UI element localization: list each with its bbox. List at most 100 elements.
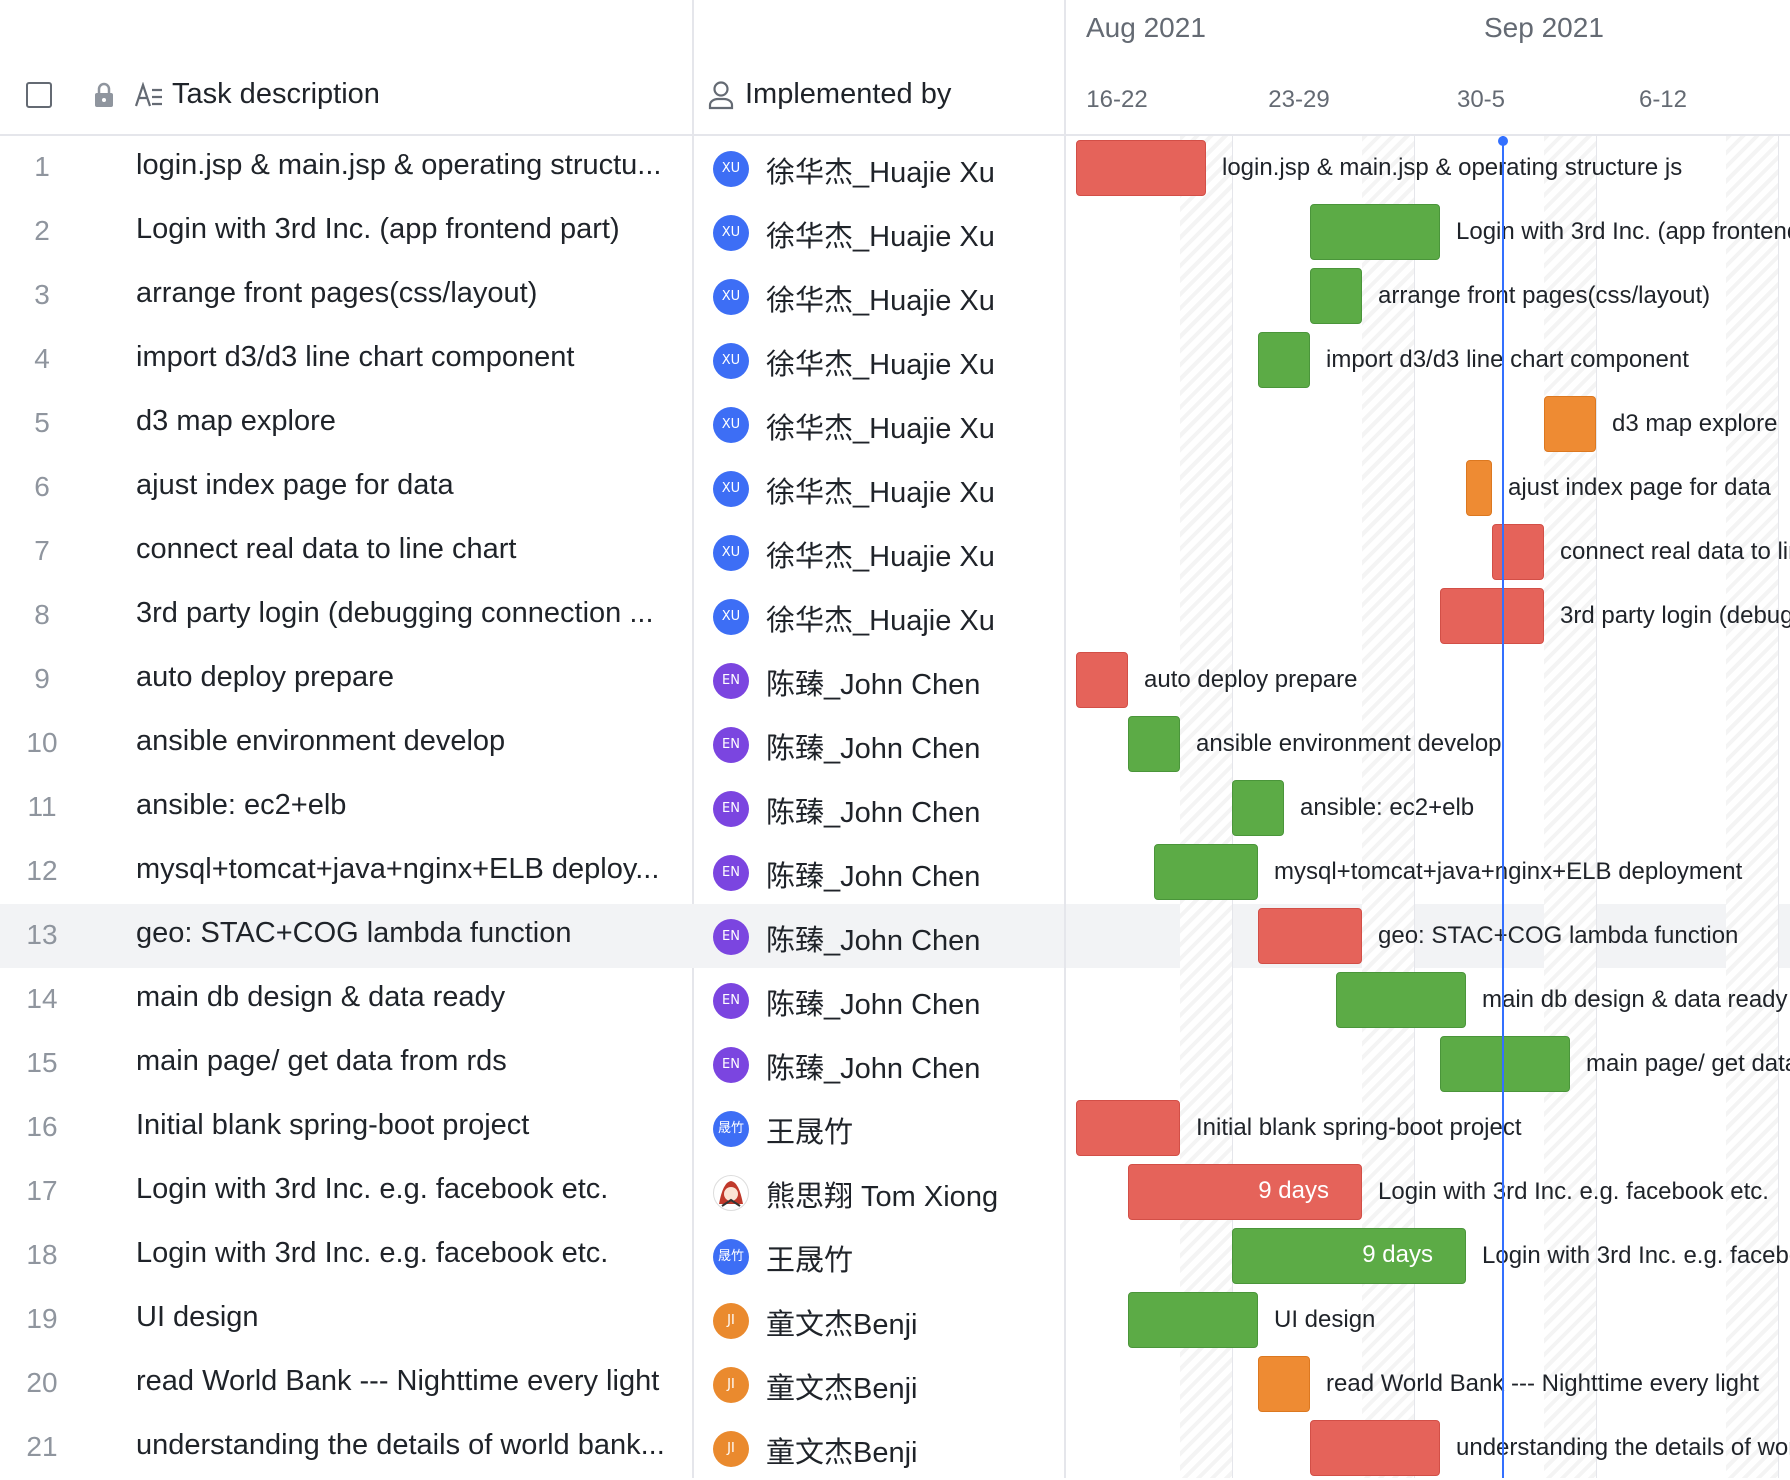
assignee-name[interactable]: 陈臻_John Chen bbox=[766, 917, 980, 959]
task-description[interactable]: read World Bank --- Nighttime every ligh… bbox=[136, 1365, 676, 1398]
person-column-header[interactable]: Implemented by bbox=[745, 78, 951, 111]
assignee-name[interactable]: 王晟竹 bbox=[766, 1109, 853, 1151]
assignee-name[interactable]: 熊思翔 Tom Xiong bbox=[766, 1173, 998, 1215]
assignee-name[interactable]: 陈臻_John Chen bbox=[766, 789, 980, 831]
assignee-name[interactable]: 徐华杰_Huajie Xu bbox=[766, 469, 995, 511]
task-description[interactable]: import d3/d3 line chart component bbox=[136, 341, 676, 374]
table-row[interactable]: 4 import d3/d3 line chart component XU 徐华杰_… bbox=[0, 328, 1064, 392]
table-row[interactable]: 15 main page/ get data from rds EN 陈臻_John … bbox=[0, 1032, 1064, 1096]
avatar: EN bbox=[713, 855, 749, 891]
table-row[interactable]: 20 read World Bank --- Nighttime every li… bbox=[0, 1352, 1064, 1416]
assignee-name[interactable]: 陈臻_John Chen bbox=[766, 1045, 980, 1087]
task-description[interactable]: login.jsp & main.jsp & operating structu… bbox=[136, 149, 676, 182]
table-row[interactable]: 19 UI design JI 童文杰Benji bbox=[0, 1288, 1064, 1352]
gantt-bar[interactable] bbox=[1258, 332, 1310, 388]
task-description[interactable]: ansible: ec2+elb bbox=[136, 789, 676, 822]
task-description[interactable]: main page/ get data from rds bbox=[136, 1045, 676, 1078]
table-row[interactable]: 9 auto deploy prepare EN 陈臻_John Chen bbox=[0, 648, 1064, 712]
task-description[interactable]: geo: STAC+COG lambda function bbox=[136, 917, 676, 950]
table-row[interactable]: 2 Login with 3rd Inc. (app frontend part)… bbox=[0, 200, 1064, 264]
assignee-name[interactable]: 徐华杰_Huajie Xu bbox=[766, 405, 995, 447]
table-row[interactable]: 6 ajust index page for data XU 徐华杰_Huajie X… bbox=[0, 456, 1064, 520]
assignee-name[interactable]: 徐华杰_Huajie Xu bbox=[766, 277, 995, 319]
task-description[interactable]: Login with 3rd Inc. e.g. facebook etc. bbox=[136, 1173, 676, 1206]
assignee-name[interactable]: 徐华杰_Huajie Xu bbox=[766, 341, 995, 383]
avatar: EN bbox=[713, 663, 749, 699]
table-row[interactable]: 13 geo: STAC+COG lambda function EN 陈臻_John… bbox=[0, 904, 1064, 968]
assignee-name[interactable]: 徐华杰_Huajie Xu bbox=[766, 597, 995, 639]
task-description[interactable]: 3rd party login (debugging connection ..… bbox=[136, 597, 676, 630]
gantt-bar[interactable] bbox=[1154, 844, 1258, 900]
gantt-bar[interactable] bbox=[1310, 268, 1362, 324]
gantt-bar[interactable] bbox=[1258, 908, 1362, 964]
task-description[interactable]: arrange front pages(css/layout) bbox=[136, 277, 676, 310]
table-row[interactable]: 5 d3 map explore XU 徐华杰_Huajie Xu bbox=[0, 392, 1064, 456]
assignee-name[interactable]: 陈臻_John Chen bbox=[766, 853, 980, 895]
table-row[interactable]: 14 main db design & data ready EN 陈臻_John C… bbox=[0, 968, 1064, 1032]
task-column-header[interactable]: Task description bbox=[172, 78, 380, 111]
gantt-bar[interactable] bbox=[1440, 588, 1544, 644]
task-description[interactable]: Login with 3rd Inc. e.g. facebook etc. bbox=[136, 1237, 676, 1270]
task-description[interactable]: Login with 3rd Inc. (app frontend part) bbox=[136, 213, 676, 246]
assignee-name[interactable]: 童文杰Benji bbox=[766, 1429, 918, 1471]
gantt-bar[interactable] bbox=[1544, 396, 1596, 452]
gantt-bar-label: main page/ get data from rds bbox=[1586, 1050, 1790, 1077]
gantt-bar[interactable] bbox=[1492, 524, 1544, 580]
table-row[interactable]: 17 Login with 3rd Inc. e.g. facebook etc.… bbox=[0, 1160, 1064, 1224]
table-row[interactable]: 8 3rd party login (debugging connection .… bbox=[0, 584, 1064, 648]
assignee-name[interactable]: 陈臻_John Chen bbox=[766, 981, 980, 1023]
gantt-bar[interactable] bbox=[1128, 1292, 1258, 1348]
gantt-bar[interactable]: 9 days bbox=[1232, 1228, 1466, 1284]
gantt-bar-label: login.jsp & main.jsp & operating structu… bbox=[1222, 154, 1683, 181]
gantt-bar[interactable] bbox=[1310, 204, 1440, 260]
table-row[interactable]: 1 login.jsp & main.jsp & operating struct… bbox=[0, 136, 1064, 200]
gantt-bar-label: ansible environment develop bbox=[1196, 730, 1502, 757]
gantt-bar[interactable] bbox=[1076, 652, 1128, 708]
gantt-bar[interactable] bbox=[1128, 716, 1180, 772]
gantt-bar[interactable] bbox=[1076, 140, 1206, 196]
assignee-name[interactable]: 童文杰Benji bbox=[766, 1301, 918, 1343]
avatar: JI bbox=[713, 1367, 749, 1403]
assignee-name[interactable]: 童文杰Benji bbox=[766, 1365, 918, 1407]
row-number: 14 bbox=[26, 983, 58, 1014]
task-description[interactable]: mysql+tomcat+java+nginx+ELB deploy... bbox=[136, 853, 676, 886]
assignee-name[interactable]: 王晟竹 bbox=[766, 1237, 853, 1279]
assignee-name[interactable]: 徐华杰_Huajie Xu bbox=[766, 213, 995, 255]
table-row[interactable]: 21 understanding the details of world ban… bbox=[0, 1416, 1064, 1480]
task-description[interactable]: d3 map explore bbox=[136, 405, 676, 438]
gantt-bar-label: read World Bank --- Nighttime every ligh… bbox=[1326, 1370, 1760, 1397]
table-row[interactable]: 10 ansible environment develop EN 陈臻_John C… bbox=[0, 712, 1064, 776]
gantt-bar[interactable] bbox=[1258, 1356, 1310, 1412]
task-description[interactable]: Initial blank spring-boot project bbox=[136, 1109, 676, 1142]
table-row[interactable]: 11 ansible: ec2+elb EN 陈臻_John Chen bbox=[0, 776, 1064, 840]
gantt-bar[interactable]: 9 days bbox=[1128, 1164, 1362, 1220]
select-all-checkbox[interactable] bbox=[26, 82, 52, 108]
month-label: Aug 2021 bbox=[1086, 12, 1206, 43]
assignee-name[interactable]: 徐华杰_Huajie Xu bbox=[766, 533, 995, 575]
today-marker-dot bbox=[1498, 136, 1508, 146]
task-description[interactable]: main db design & data ready bbox=[136, 981, 676, 1014]
task-description[interactable]: ajust index page for data bbox=[136, 469, 676, 502]
task-description[interactable]: UI design bbox=[136, 1301, 676, 1334]
gantt-bar[interactable] bbox=[1440, 1036, 1570, 1092]
row-number: 9 bbox=[34, 663, 50, 694]
gantt-bar[interactable] bbox=[1336, 972, 1466, 1028]
table-row[interactable]: 12 mysql+tomcat+java+nginx+ELB deploy... E… bbox=[0, 840, 1064, 904]
task-description[interactable]: auto deploy prepare bbox=[136, 661, 676, 694]
assignee-name[interactable]: 陈臻_John Chen bbox=[766, 725, 980, 767]
table-row[interactable]: 18 Login with 3rd Inc. e.g. facebook etc.… bbox=[0, 1224, 1064, 1288]
assignee-name[interactable]: 陈臻_John Chen bbox=[766, 661, 980, 703]
assignee-name[interactable]: 徐华杰_Huajie Xu bbox=[766, 149, 995, 191]
gantt-bar[interactable] bbox=[1076, 1100, 1180, 1156]
gantt-bar[interactable] bbox=[1232, 780, 1284, 836]
table-row[interactable]: 7 connect real data to line chart XU 徐华杰_Hu… bbox=[0, 520, 1064, 584]
avatar: EN bbox=[713, 727, 749, 763]
avatar: JI bbox=[713, 1303, 749, 1339]
task-description[interactable]: understanding the details of world bank.… bbox=[136, 1429, 676, 1462]
gantt-bar[interactable] bbox=[1310, 1420, 1440, 1476]
table-row[interactable]: 3 arrange front pages(css/layout) XU 徐华杰_Hu… bbox=[0, 264, 1064, 328]
gantt-bar[interactable] bbox=[1466, 460, 1492, 516]
task-description[interactable]: ansible environment develop bbox=[136, 725, 676, 758]
table-row[interactable]: 16 Initial blank spring-boot project 晟竹 王晟竹 bbox=[0, 1096, 1064, 1160]
task-description[interactable]: connect real data to line chart bbox=[136, 533, 676, 566]
